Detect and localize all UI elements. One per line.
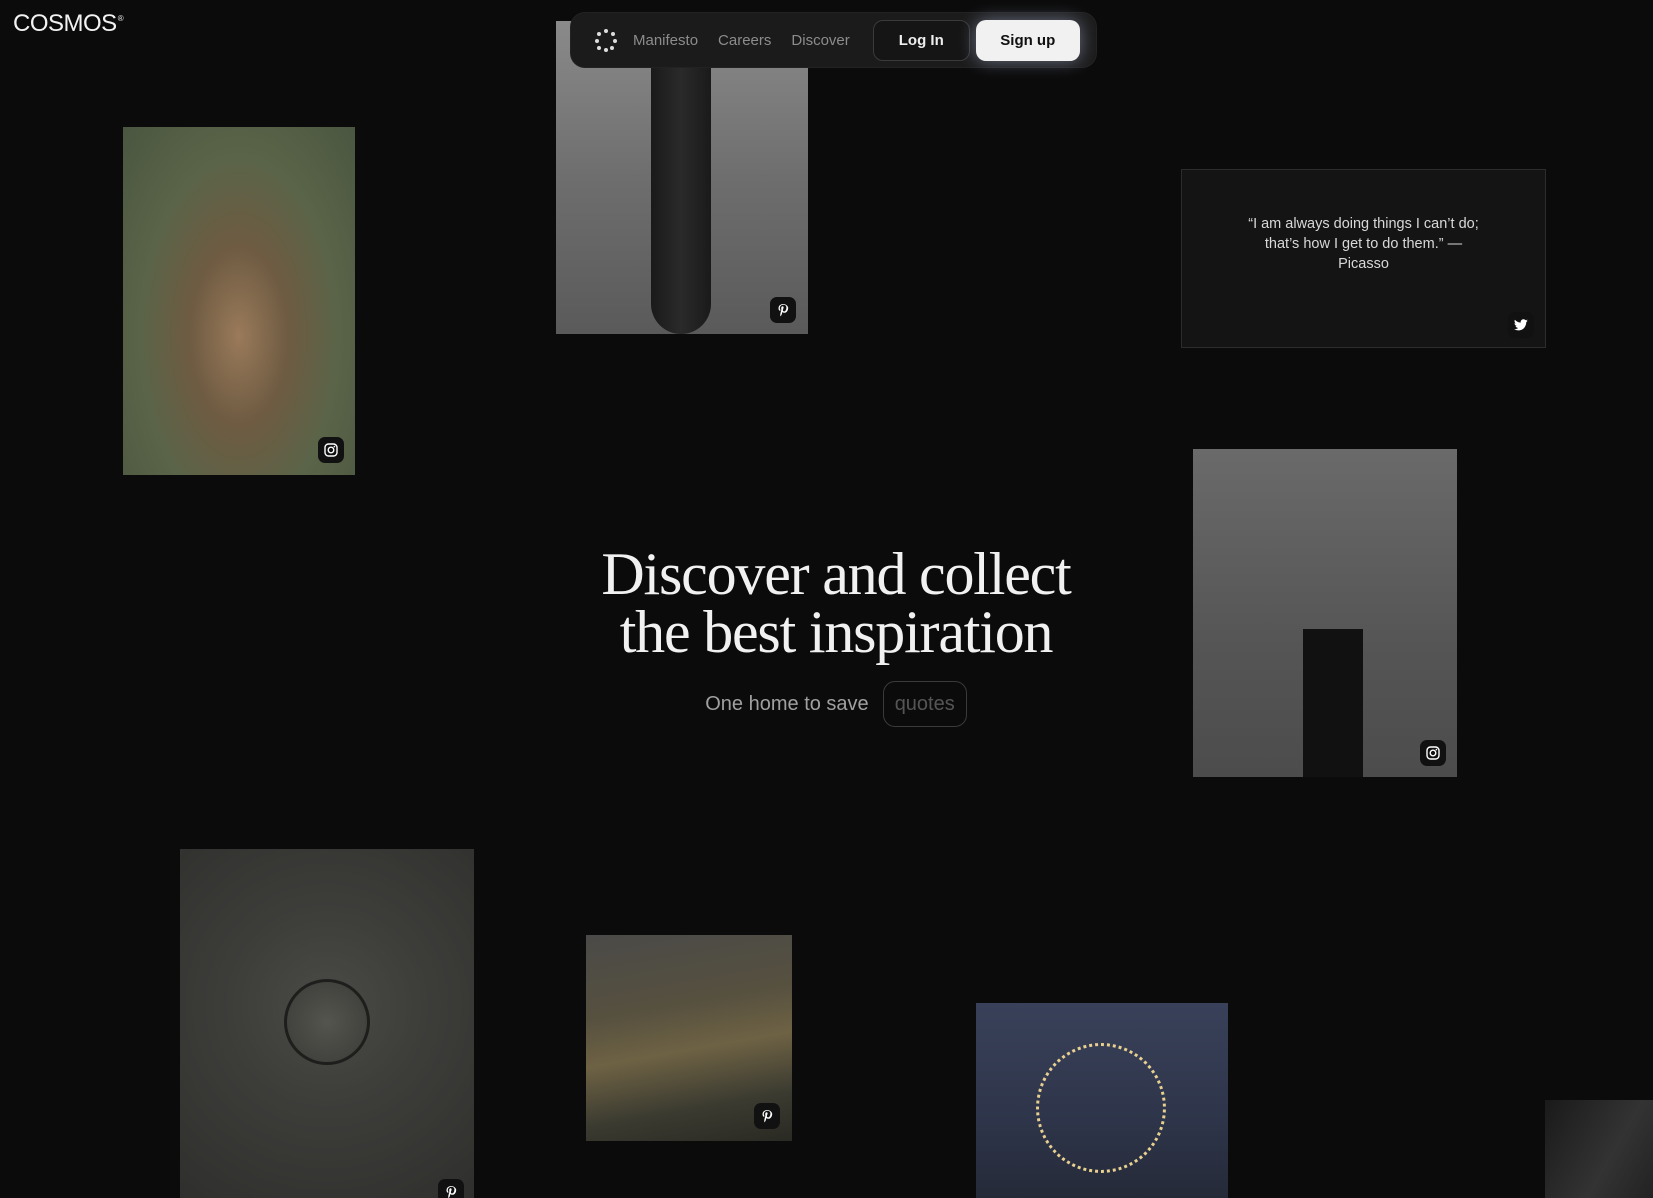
brand-mark: ® [117, 14, 124, 23]
inspiration-card-5[interactable] [586, 935, 792, 1141]
top-nav: Manifesto Careers Discover Log In Sign u… [571, 13, 1096, 67]
quote-text: “I am always doing things I can’t do; th… [1248, 215, 1479, 272]
card-image [284, 979, 370, 1065]
inspiration-card-1[interactable] [123, 127, 355, 475]
hero-line-1: Discover and collect [601, 541, 1071, 607]
card-image [1036, 1043, 1166, 1173]
cosmos-dots-icon[interactable] [595, 29, 617, 52]
nav-link-discover[interactable]: Discover [791, 32, 849, 49]
pinterest-icon [770, 297, 796, 323]
card-image [651, 21, 711, 334]
inspiration-card-6[interactable] [976, 1003, 1228, 1198]
hero-line-2: the best inspiration [619, 599, 1054, 665]
nav-link-careers[interactable]: Careers [718, 32, 771, 49]
brand-name: COSMOS [13, 10, 117, 37]
signup-button[interactable]: Sign up [975, 19, 1080, 61]
hero-sub-text: One home to save [705, 692, 869, 715]
login-button[interactable]: Log In [872, 19, 970, 61]
instagram-icon [318, 437, 344, 463]
hero: Discover and collect the best inspiratio… [526, 544, 1146, 727]
inspiration-card-3[interactable] [1193, 449, 1457, 777]
twitter-icon [1508, 312, 1534, 338]
rotating-word-pill: quotes [882, 681, 967, 727]
inspiration-card-2[interactable] [556, 21, 808, 334]
nav-link-manifesto[interactable]: Manifesto [633, 32, 698, 49]
hero-subtitle: One home to save quotes [526, 681, 1146, 727]
brand-logo[interactable]: COSMOS® [13, 10, 124, 38]
pinterest-icon [754, 1103, 780, 1129]
pinterest-icon [438, 1179, 464, 1198]
card-image [1303, 629, 1363, 777]
hero-headline: Discover and collect the best inspiratio… [526, 544, 1146, 662]
inspiration-card-7[interactable] [1545, 1100, 1653, 1198]
instagram-icon [1420, 740, 1446, 766]
quote-card[interactable]: “I am always doing things I can’t do; th… [1181, 169, 1546, 348]
inspiration-card-4[interactable] [180, 849, 474, 1198]
